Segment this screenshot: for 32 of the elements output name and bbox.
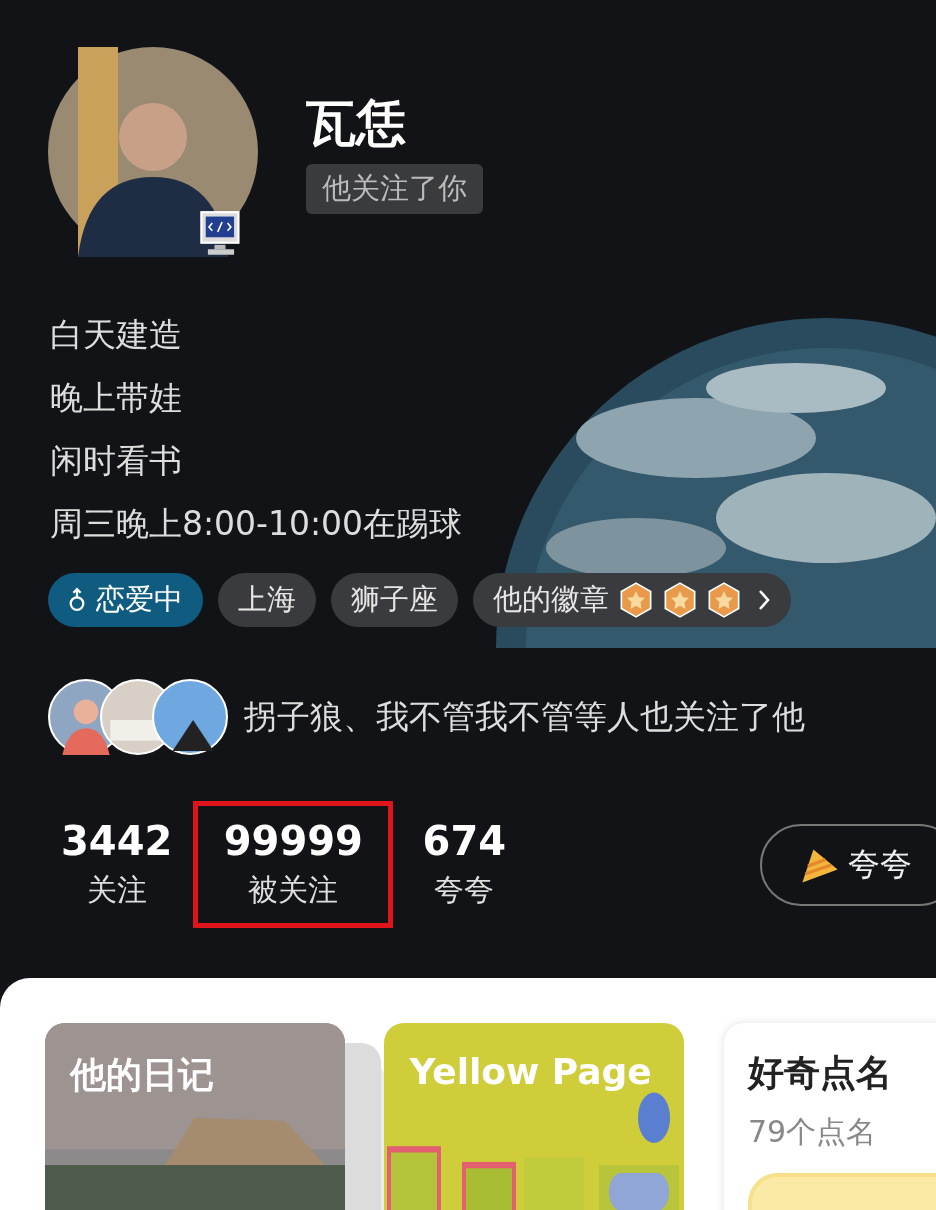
chevron-icon [757, 588, 771, 612]
card-title: Yellow Page [408, 1050, 652, 1092]
stat[interactable]: 99999 被关注 [193, 801, 394, 928]
relationship-tag[interactable]: 恋爱中 [48, 573, 203, 627]
user-name: 瓦恁 [306, 93, 406, 154]
stat-value: 3442 [61, 818, 173, 864]
info-tag[interactable]: 上海 [218, 573, 316, 627]
medal-icon [619, 582, 653, 618]
stat-label: 被关注 [248, 871, 339, 909]
stat-label: 关注 [86, 871, 147, 909]
stat[interactable]: 674 夸夸 [393, 801, 536, 928]
computer-icon [199, 210, 243, 258]
male-icon [68, 586, 86, 614]
stat-value: 99999 [223, 818, 363, 864]
bio-line: 白天建造 [50, 314, 182, 356]
stat[interactable]: 3442 关注 [40, 801, 194, 928]
medal-icon [707, 582, 741, 618]
card-title: 他的日记 [68, 1053, 214, 1097]
badges-button[interactable]: 他的徽章 [473, 573, 791, 627]
stat-label: 夸夸 [434, 871, 495, 909]
bio-line: 晚上带娃 [50, 377, 182, 419]
card-title: 好奇点名 [747, 1051, 892, 1095]
bio-line: 周三晚上8:00-10:00在踢球 [50, 503, 463, 545]
stat-value: 674 [422, 818, 507, 864]
follows-you-tag: 他关注了你 [306, 164, 483, 214]
feature-card[interactable]: 好奇点名 79个点名 [723, 1023, 936, 1210]
card-subtitle: 79个点名 [747, 1113, 877, 1151]
mutual-followers-text: 拐子狼、我不管我不管等人也关注了他 [244, 695, 805, 738]
info-tag[interactable]: 狮子座 [331, 573, 458, 627]
praise-button[interactable]: 夸夸 [760, 823, 936, 906]
medal-icon [663, 582, 697, 618]
bio-line: 闲时看书 [50, 440, 182, 482]
